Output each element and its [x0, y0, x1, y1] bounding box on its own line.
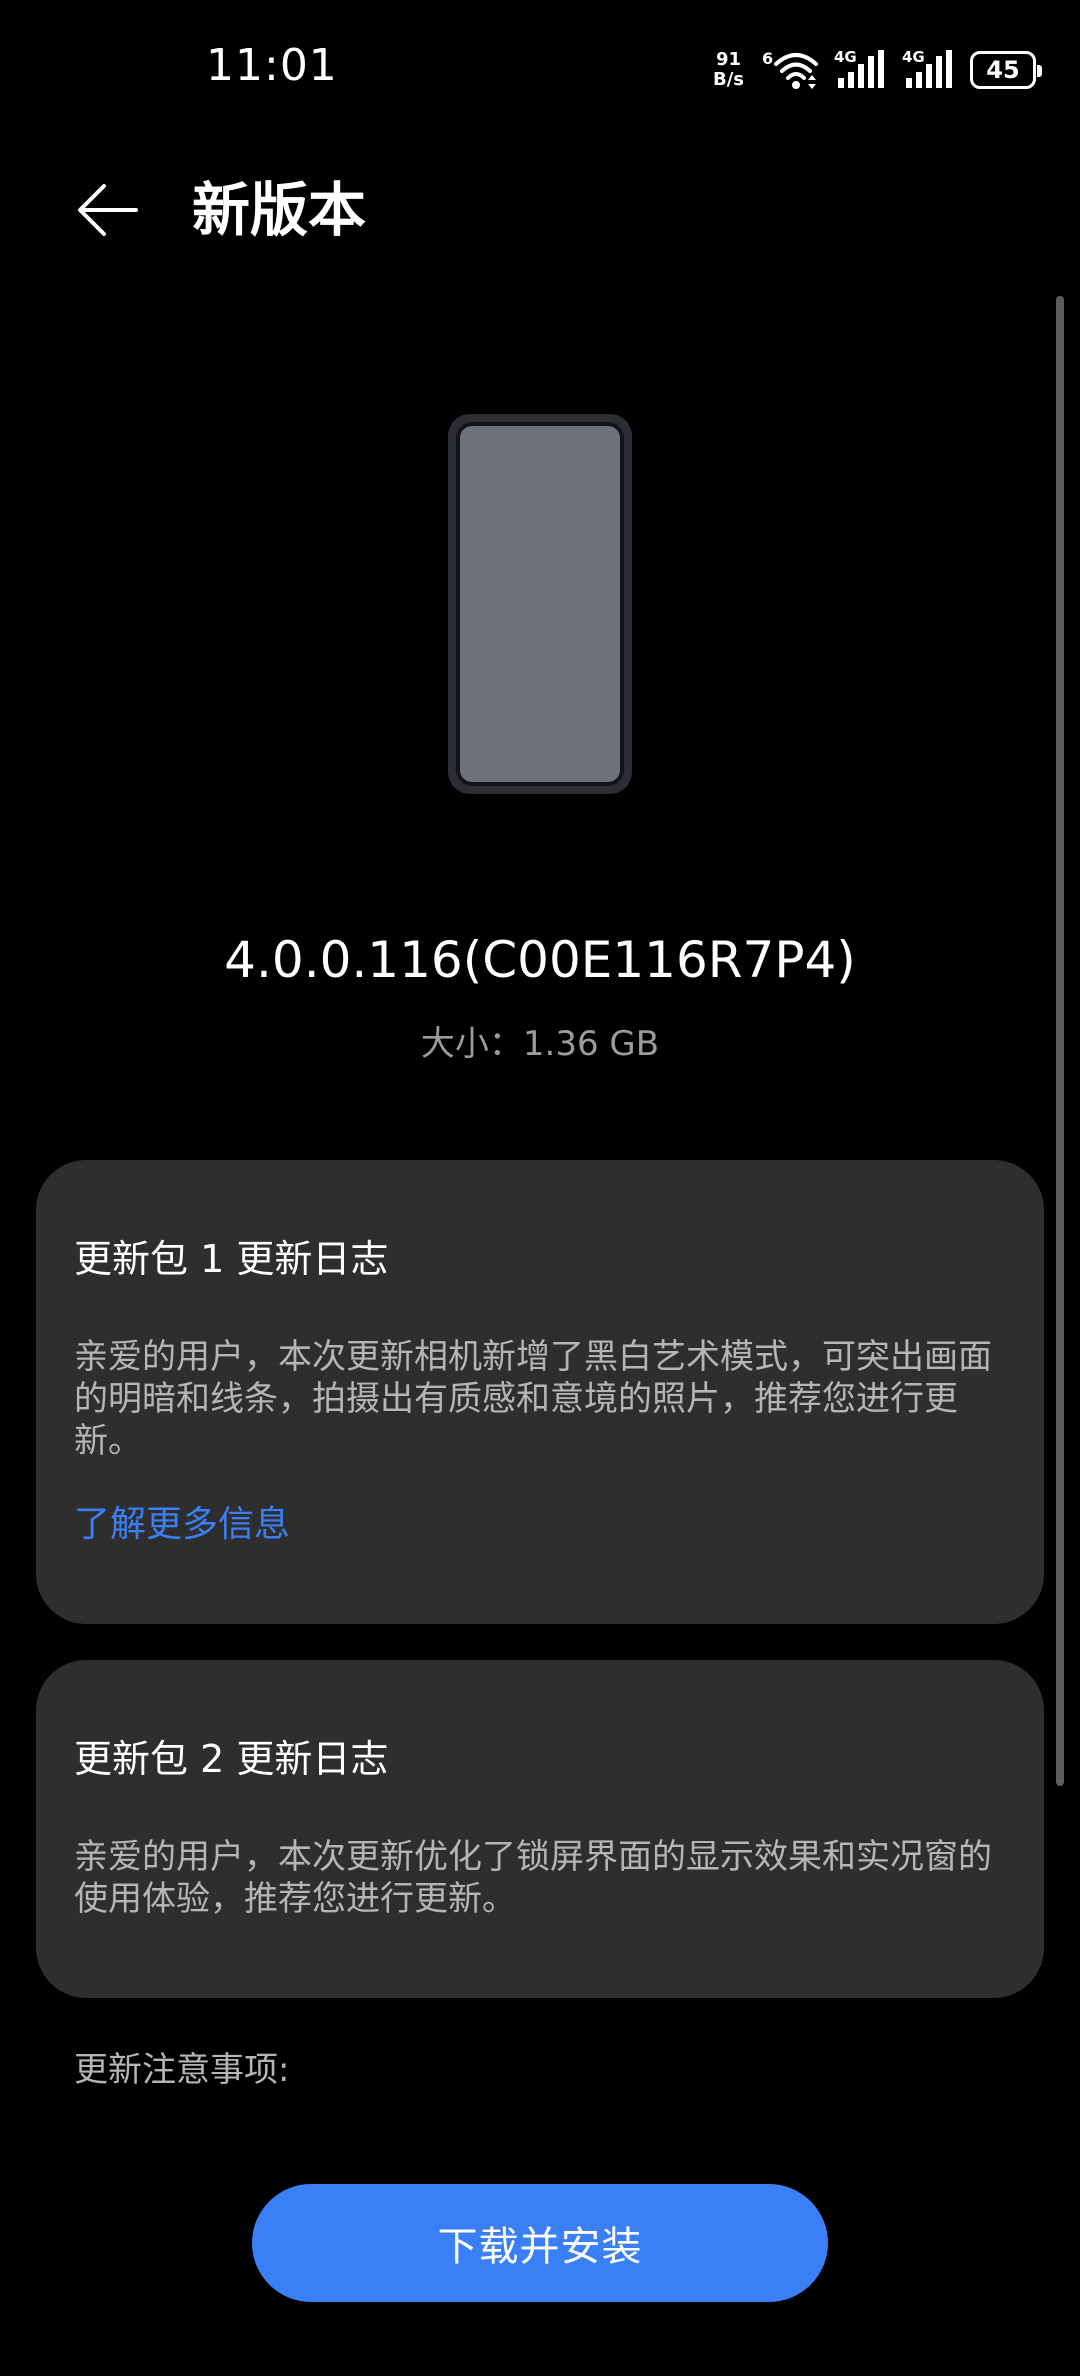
network-speed-unit: B/s	[712, 69, 744, 90]
update-package-card: 更新包 2 更新日志 亲爱的用户，本次更新优化了锁屏界面的显示效果和实况窗的使用…	[36, 1660, 1044, 1998]
package-title: 更新包 2 更新日志	[74, 1737, 389, 1781]
learn-more-link[interactable]: 了解更多信息	[74, 1500, 290, 1550]
phone-illustration	[448, 414, 632, 794]
network-speed: 91 B/s	[713, 50, 744, 90]
update-package-card: 更新包 1 更新日志 亲爱的用户，本次更新相机新增了黑白艺术模式，可突出画面的明…	[36, 1160, 1044, 1624]
status-bar: 11:01 91 B/s 6 4G 4G 45	[0, 0, 1080, 140]
battery-level: 45	[986, 56, 1020, 84]
status-icons: 91 B/s 6 4G 4G 45	[713, 44, 1042, 96]
battery-icon: 45	[970, 51, 1042, 89]
status-time: 11:01	[206, 40, 338, 91]
signal-1-label: 4G	[834, 48, 857, 66]
phone-screen	[456, 422, 624, 786]
update-notes-label: 更新注意事项:	[74, 2050, 290, 2090]
package-changelog: 亲爱的用户，本次更新相机新增了黑白艺术模式，可突出画面的明暗和线条，拍摄出有质感…	[74, 1337, 992, 1461]
page-title: 新版本	[192, 176, 367, 244]
cell-signal-icon: 4G	[834, 48, 884, 88]
package-title: 更新包 1 更新日志	[74, 1237, 389, 1281]
version-number: 4.0.0.116(C00E116R7P4)	[224, 931, 856, 989]
package-changelog: 亲爱的用户，本次更新优化了锁屏界面的显示效果和实况窗的使用体验，推荐您进行更新。	[74, 1837, 992, 1919]
signal-2-label: 4G	[902, 48, 925, 66]
back-button[interactable]	[72, 174, 144, 246]
download-install-button[interactable]: 下载并安装	[252, 2184, 828, 2302]
network-speed-value: 91	[715, 49, 742, 70]
arrow-left-icon	[78, 184, 138, 236]
app-header: 新版本	[0, 150, 1080, 270]
wifi-icon: 6	[762, 49, 818, 89]
update-size: 大小：1.36 GB	[420, 1024, 660, 1064]
wifi-badge: 6	[762, 49, 773, 68]
cell-signal-icon: 4G	[902, 48, 952, 88]
